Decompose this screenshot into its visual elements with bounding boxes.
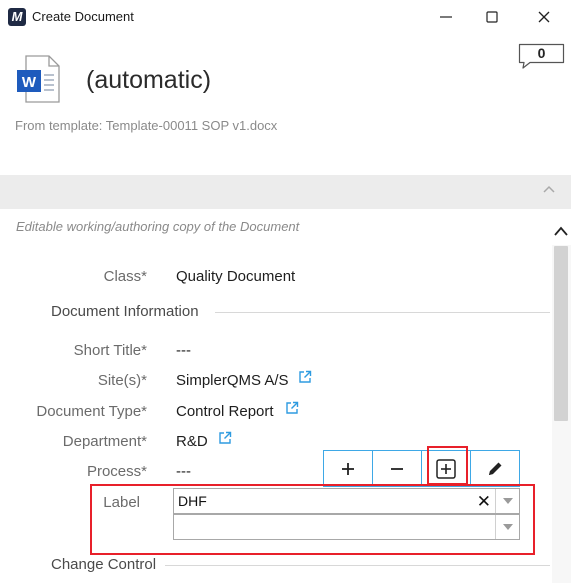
- process-value[interactable]: ---: [176, 463, 191, 480]
- external-link-icon[interactable]: [285, 401, 299, 415]
- close-button[interactable]: [521, 0, 567, 33]
- pencil-icon: [489, 462, 502, 475]
- dropdown-button[interactable]: [495, 515, 519, 539]
- title-bar: M Create Document: [0, 0, 571, 33]
- section-change-control: Change Control: [51, 556, 157, 573]
- chevron-down-icon: [502, 524, 513, 530]
- document-type-label: Document Type*: [36, 403, 147, 420]
- minus-icon: [391, 467, 403, 470]
- metadata-collapse-bar[interactable]: [0, 175, 571, 209]
- short-title-label: Short Title*: [73, 342, 147, 359]
- chevron-down-icon: [502, 498, 513, 504]
- minimize-button[interactable]: [423, 0, 469, 33]
- document-type-value[interactable]: Control Report: [176, 403, 274, 420]
- comment-count: 0: [537, 45, 546, 61]
- section-divider: [215, 312, 550, 313]
- chevron-up-icon[interactable]: [542, 184, 556, 194]
- edit-value-button[interactable]: [471, 451, 519, 486]
- class-label: Class*: [103, 268, 147, 285]
- remove-value-button[interactable]: [373, 451, 422, 486]
- highlight-frame: [427, 446, 468, 485]
- label-combo-1[interactable]: DHF ✕: [173, 488, 520, 514]
- department-value[interactable]: R&D: [176, 433, 208, 450]
- label-combo-2[interactable]: [173, 514, 520, 540]
- template-source: From template: Template-00011 SOP v1.doc…: [15, 118, 278, 133]
- scroll-up-icon[interactable]: [553, 224, 569, 238]
- external-link-icon[interactable]: [218, 431, 232, 445]
- process-label: Process*: [86, 463, 147, 480]
- document-name: (automatic): [86, 66, 212, 94]
- word-document-icon: W: [17, 55, 60, 103]
- clear-x-icon[interactable]: ✕: [477, 492, 491, 512]
- plus-icon: [342, 462, 354, 475]
- app-logo-icon: M: [8, 8, 26, 26]
- svg-text:W: W: [22, 74, 37, 91]
- class-value[interactable]: Quality Document: [176, 268, 295, 285]
- external-link-icon[interactable]: [298, 370, 312, 384]
- dropdown-button[interactable]: [495, 489, 519, 513]
- section-document-information: Document Information: [51, 303, 199, 320]
- close-icon: [538, 11, 550, 22]
- label-field-label: Label: [103, 494, 140, 511]
- section-divider: [165, 565, 550, 566]
- label-combo-1-value: DHF: [178, 493, 207, 509]
- maximize-button[interactable]: [469, 0, 515, 33]
- label-value-toolbar: [323, 450, 520, 487]
- add-value-button[interactable]: [324, 451, 373, 486]
- sites-value[interactable]: SimplerQMS A/S: [176, 372, 289, 389]
- sites-label: Site(s)*: [97, 372, 147, 389]
- department-label: Department*: [62, 433, 147, 450]
- minimize-icon: [440, 15, 452, 18]
- authoring-copy-note: Editable working/authoring copy of the D…: [16, 219, 300, 234]
- maximize-icon: [486, 10, 498, 23]
- window-title: Create Document: [32, 9, 134, 24]
- short-title-value[interactable]: ---: [176, 342, 191, 359]
- scrollbar-thumb[interactable]: [554, 246, 568, 421]
